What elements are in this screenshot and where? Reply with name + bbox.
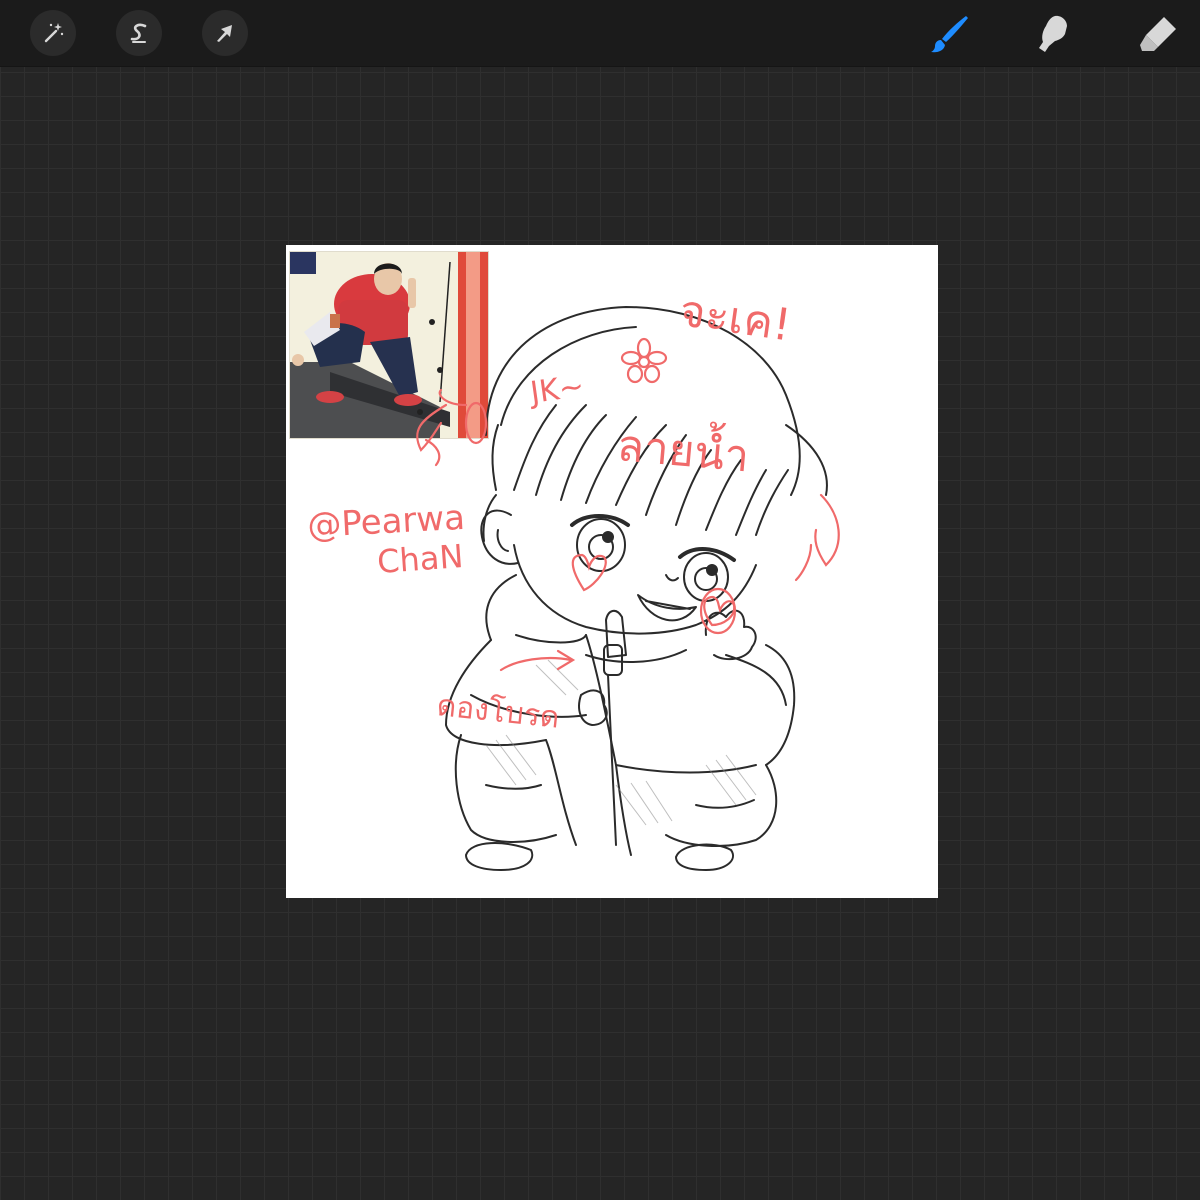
- brush-icon: [931, 16, 968, 53]
- drawing-canvas[interactable]: จะเค! JK~ ลายน้ำ @Pearwa ChaN ดองโบรด: [286, 245, 938, 898]
- brush-tool-button[interactable]: [925, 9, 975, 59]
- sketch-layer: จะเค! JK~ ลายน้ำ @Pearwa ChaN ดองโบรด: [306, 285, 840, 871]
- selection-s-icon: [130, 23, 147, 43]
- annotation-line-art-thai: ลายน้ำ: [615, 413, 752, 482]
- adjustments-button[interactable]: [30, 10, 76, 56]
- annotation-corn-dog-thai: ดองโบรด: [435, 687, 561, 736]
- transform-button[interactable]: [202, 10, 248, 56]
- top-toolbar: [0, 0, 1200, 67]
- selection-button[interactable]: [116, 10, 162, 56]
- smudge-tool-button[interactable]: [1028, 9, 1078, 59]
- smudge-finger-icon: [1039, 15, 1067, 52]
- annotation-jk: JK~: [526, 369, 586, 411]
- arrow-cursor-icon: [217, 25, 232, 42]
- annotation-jake-thai: จะเค!: [676, 285, 794, 351]
- eraser-icon: [1140, 17, 1176, 51]
- eraser-tool-button[interactable]: [1133, 9, 1183, 59]
- magic-wand-icon: [44, 23, 64, 43]
- annotation-credit-suffix: ChaN: [376, 537, 465, 581]
